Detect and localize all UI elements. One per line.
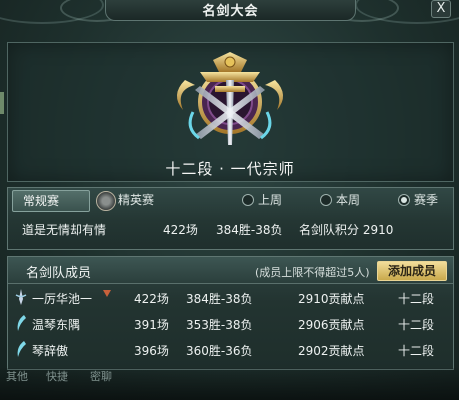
filter-season-radio[interactable]: 赛季 [398, 191, 438, 209]
chat-bar-background: 其他 快捷 密聊 [0, 368, 459, 400]
member-record: 384胜-38负 [186, 292, 253, 306]
members-limit-note: (成员上限不得超过5人) [255, 266, 370, 279]
pvp-arena-window: 名剑大会 X 十二段 · 一代宗师 常规赛 精英赛 上周 本周 赛季 道是无情却… [0, 0, 459, 400]
member-rank: 十二段 [398, 344, 435, 358]
member-name: 琴辞傲 [32, 344, 69, 358]
member-row[interactable]: 温琴东隅 391场 353胜-38负 2906贡献点 十二段 [8, 313, 453, 335]
tab-elite-label: 精英赛 [118, 193, 155, 207]
chat-tab-private[interactable]: 密聊 [90, 368, 112, 384]
filter-this-week-radio[interactable]: 本周 [320, 191, 360, 209]
chat-tab-other[interactable]: 其他 [6, 368, 28, 384]
members-header: 名剑队成员 (成员上限不得超过5人) 添加成员 [8, 257, 453, 284]
season-stats-panel: 常规赛 精英赛 上周 本周 赛季 道是无情却有情 422场 384胜-38负 名… [7, 187, 454, 250]
team-leader-icon [103, 290, 111, 297]
member-matches: 391场 [134, 318, 169, 332]
team-matches: 422场 [163, 223, 198, 237]
member-points: 2910贡献点 [298, 292, 365, 306]
filter-last-week-label: 上周 [258, 193, 283, 207]
member-row[interactable]: 一厉华池一 422场 384胜-38负 2910贡献点 十二段 [8, 287, 453, 309]
side-tab-marker[interactable] [0, 92, 4, 114]
member-matches: 396场 [134, 344, 169, 358]
member-record: 360胜-36负 [186, 344, 253, 358]
add-member-button[interactable]: 添加成员 [377, 261, 447, 281]
member-row[interactable]: 琴辞傲 396场 360胜-36负 2902贡献点 十二段 [8, 339, 453, 361]
rank-emblem-icon [176, 52, 284, 145]
team-members-panel: 名剑队成员 (成员上限不得超过5人) 添加成员 一厉华池一 422场 384胜-… [7, 256, 454, 370]
team-score: 名剑队积分 2910 [299, 223, 394, 237]
team-name: 道是无情却有情 [22, 223, 107, 237]
close-button[interactable]: X [431, 0, 451, 18]
radio-circle-icon [242, 194, 254, 206]
tab-elite-season[interactable]: 精英赛 [92, 190, 210, 211]
sect-weapon-icon [15, 289, 27, 305]
filter-this-week-label: 本周 [336, 193, 361, 207]
member-rank: 十二段 [398, 292, 435, 306]
tab-regular-season[interactable]: 常规赛 [12, 190, 90, 212]
radio-circle-icon [320, 194, 332, 206]
member-record: 353胜-38负 [186, 318, 253, 332]
chat-tab-quick[interactable]: 快捷 [46, 368, 68, 384]
window-titlebar: 名剑大会 [105, 0, 356, 21]
member-rank: 十二段 [398, 318, 435, 332]
member-matches: 422场 [134, 292, 169, 306]
member-points: 2902贡献点 [298, 344, 365, 358]
members-title: 名剑队成员 [26, 266, 92, 281]
filter-last-week-radio[interactable]: 上周 [242, 191, 282, 209]
filter-season-label: 赛季 [414, 193, 439, 207]
member-name: 温琴东隅 [32, 318, 81, 332]
window-title: 名剑大会 [202, 4, 259, 19]
sect-feather-icon [17, 315, 26, 331]
member-name: 一厉华池一 [32, 292, 93, 306]
rank-title: 十二段 · 一代宗师 [165, 160, 295, 178]
member-points: 2906贡献点 [298, 318, 365, 332]
radio-selected-icon [398, 194, 410, 206]
sect-feather-icon [17, 341, 26, 357]
elite-badge-icon [96, 191, 116, 211]
team-record: 384胜-38负 [216, 223, 283, 237]
